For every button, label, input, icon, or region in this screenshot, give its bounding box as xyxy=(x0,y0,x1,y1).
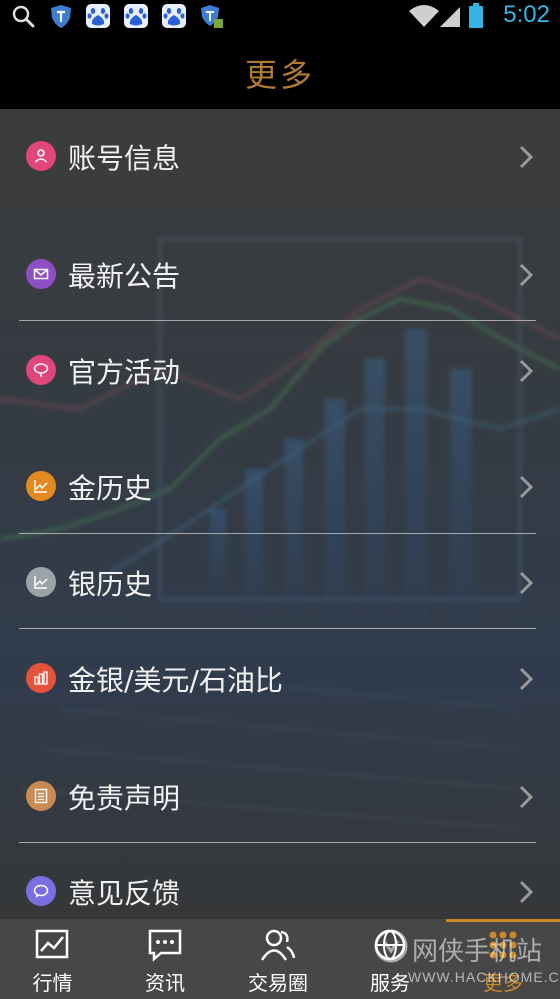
bar-chart-icon xyxy=(26,663,56,693)
feedback-icon xyxy=(26,876,56,906)
watermark-subtext: WWW.HACKHOME.COM xyxy=(408,969,560,985)
page-title: 更多 xyxy=(244,56,315,94)
search-icon xyxy=(12,5,35,28)
chevron-right-icon xyxy=(519,785,534,809)
divider xyxy=(19,533,536,534)
baidu-app-icon xyxy=(162,4,186,28)
silver-chart-icon xyxy=(26,567,56,597)
menu-item-label: 金历史 xyxy=(68,472,153,505)
baidu-app-icon xyxy=(124,4,148,28)
menu-item-gold-history[interactable]: 金历史 xyxy=(0,447,560,527)
watermark-logo-icon xyxy=(374,929,408,963)
menu-item-label: 金银/美元/石油比 xyxy=(68,664,283,697)
tab-market[interactable]: 行情 xyxy=(0,919,105,999)
tab-trading-circle[interactable]: 交易圈 xyxy=(222,919,334,999)
mail-icon xyxy=(26,259,56,289)
status-bar: 5:02 xyxy=(0,0,560,34)
watermark: 网侠手机站 WWW.HACKHOME.COM xyxy=(372,925,560,999)
chevron-right-icon xyxy=(519,571,534,595)
menu-item-label: 账号信息 xyxy=(68,142,181,175)
chevron-right-icon xyxy=(519,475,534,499)
menu-item-silver-history[interactable]: 银历史 xyxy=(0,543,560,623)
menu-item-announcements[interactable]: 最新公告 xyxy=(0,235,560,315)
market-chart-icon xyxy=(35,929,69,959)
news-icon xyxy=(148,929,182,962)
shield-app-icon xyxy=(201,5,223,28)
watermark-text: 网侠手机站 xyxy=(412,937,543,967)
speech-bubble-icon xyxy=(26,355,56,385)
menu-item-official-events[interactable]: 官方活动 xyxy=(0,331,560,411)
menu-item-label: 意见反馈 xyxy=(68,877,181,910)
community-icon xyxy=(260,929,296,961)
title-bar: 更多 xyxy=(0,34,560,109)
tab-label: 交易圈 xyxy=(248,971,308,995)
tab-label: 资讯 xyxy=(145,971,185,995)
signal-icon xyxy=(440,7,460,27)
chevron-right-icon xyxy=(519,145,534,169)
menu-item-label: 免责声明 xyxy=(68,782,181,815)
active-tab-indicator xyxy=(446,919,560,922)
chevron-right-icon xyxy=(519,880,534,904)
divider xyxy=(19,320,536,321)
gold-chart-icon xyxy=(26,471,56,501)
divider xyxy=(19,842,536,843)
divider xyxy=(19,628,536,629)
baidu-app-icon xyxy=(86,4,110,28)
account-icon xyxy=(26,141,56,171)
menu-item-label: 最新公告 xyxy=(68,260,181,293)
menu-list[interactable]: 账号信息 最新公告 官方活动 金历史 银历史 金银/美元/石油比 免责声明 意见… xyxy=(0,109,560,919)
menu-item-label: 银历史 xyxy=(68,568,153,601)
menu-item-gold-silver-usd-oil-ratio[interactable]: 金银/美元/石油比 xyxy=(0,639,560,719)
menu-item-label: 官方活动 xyxy=(68,356,181,389)
tab-label: 行情 xyxy=(32,971,73,995)
chevron-right-icon xyxy=(519,359,534,383)
menu-item-disclaimer[interactable]: 免责声明 xyxy=(0,757,560,837)
menu-item-feedback[interactable]: 意见反馈 xyxy=(0,852,560,919)
status-time: 5:02 xyxy=(503,1,550,28)
chevron-right-icon xyxy=(519,263,534,287)
battery-icon xyxy=(469,3,483,28)
tab-news[interactable]: 资讯 xyxy=(110,919,220,999)
chevron-right-icon xyxy=(519,667,534,691)
shield-app-icon xyxy=(51,5,71,28)
menu-item-account-info[interactable]: 账号信息 xyxy=(0,117,560,197)
document-icon xyxy=(26,781,56,811)
wifi-icon xyxy=(409,5,439,27)
